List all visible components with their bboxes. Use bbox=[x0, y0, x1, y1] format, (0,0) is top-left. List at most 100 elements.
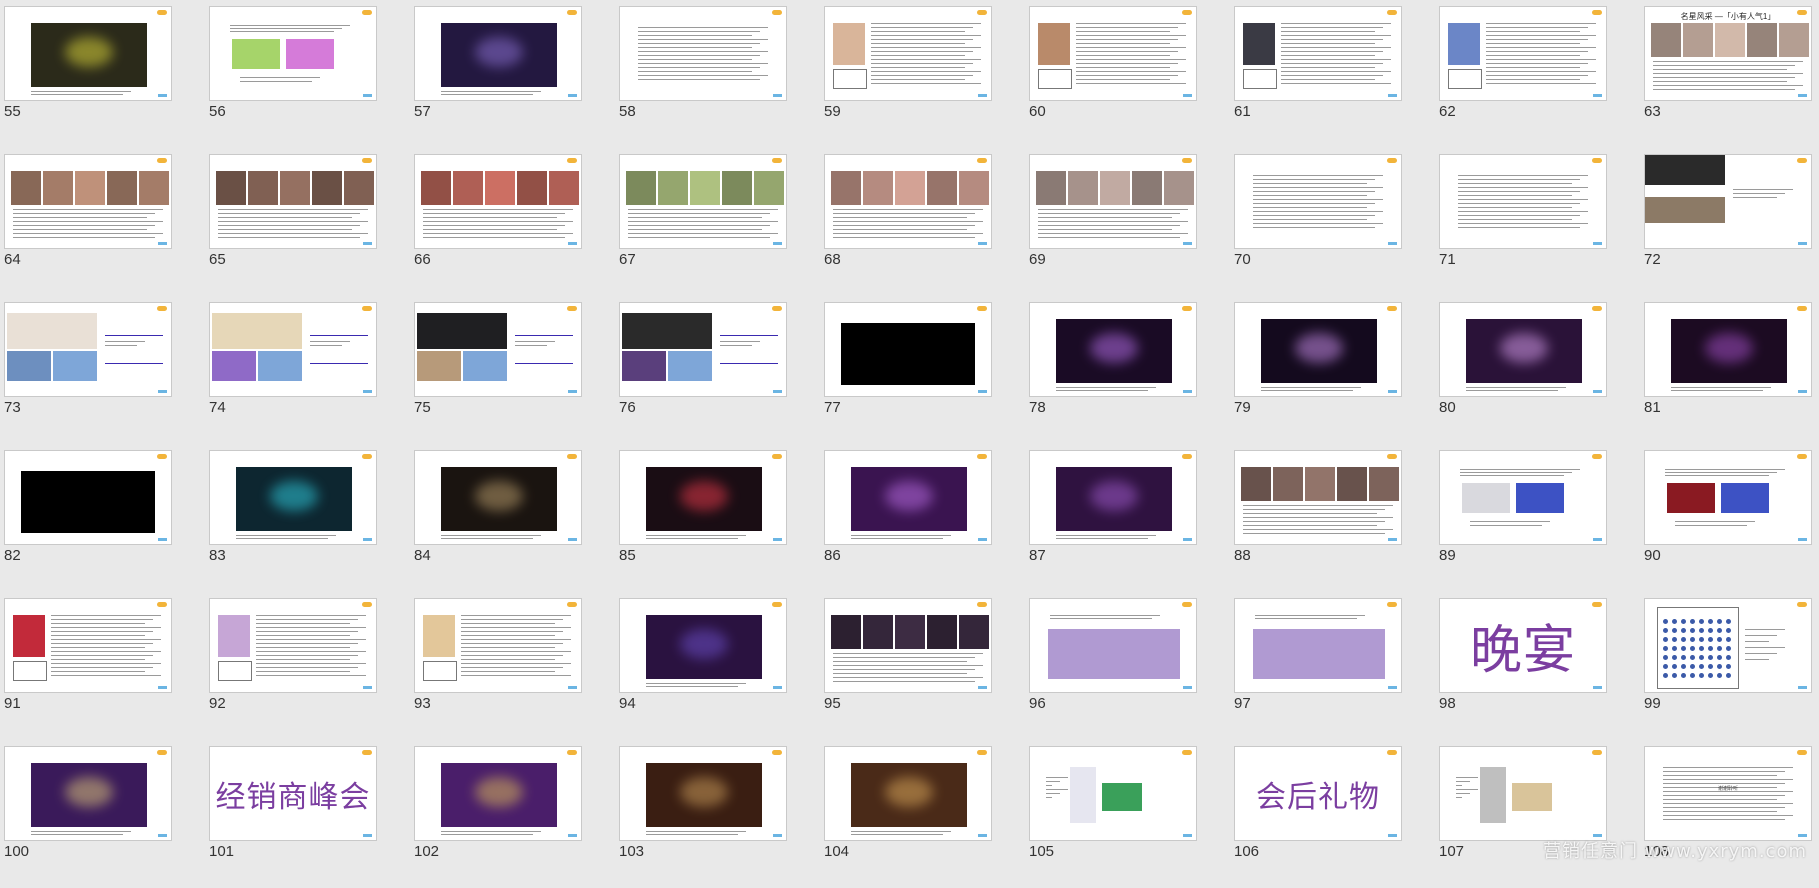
slide-item[interactable]: 55 bbox=[0, 0, 200, 148]
slide-item[interactable]: 95 bbox=[820, 592, 1020, 740]
slide-thumbnail[interactable]: 名星风采 —「小有人气1」 bbox=[1644, 6, 1812, 101]
slide-item[interactable]: 103 bbox=[615, 740, 815, 888]
slide-thumbnail[interactable]: 晚宴 bbox=[1439, 598, 1607, 693]
slide-item[interactable]: 77 bbox=[820, 296, 1020, 444]
slide-item[interactable]: 78 bbox=[1025, 296, 1225, 444]
slide-item[interactable]: 86 bbox=[820, 444, 1020, 592]
slide-item[interactable]: 85 bbox=[615, 444, 815, 592]
slide-thumbnail[interactable] bbox=[1644, 154, 1812, 249]
slide-thumbnail[interactable] bbox=[824, 450, 992, 545]
slide-item[interactable]: 69 bbox=[1025, 148, 1225, 296]
slide-thumbnail[interactable] bbox=[1234, 302, 1402, 397]
slide-thumbnail[interactable] bbox=[414, 302, 582, 397]
slide-thumbnail[interactable] bbox=[209, 302, 377, 397]
slide-thumbnail[interactable] bbox=[824, 154, 992, 249]
slide-item[interactable]: 72 bbox=[1640, 148, 1819, 296]
slide-thumbnail[interactable] bbox=[4, 302, 172, 397]
slide-thumbnail[interactable] bbox=[1029, 746, 1197, 841]
slide-item[interactable]: 96 bbox=[1025, 592, 1225, 740]
slide-thumbnail[interactable] bbox=[209, 450, 377, 545]
slide-item[interactable]: 89 bbox=[1435, 444, 1635, 592]
slide-thumbnail[interactable] bbox=[1029, 154, 1197, 249]
slide-thumbnail[interactable] bbox=[414, 6, 582, 101]
slide-item[interactable]: 60 bbox=[1025, 0, 1225, 148]
slide-thumbnail[interactable] bbox=[1439, 450, 1607, 545]
slide-thumbnail[interactable]: 会后礼物 bbox=[1234, 746, 1402, 841]
slide-thumbnail[interactable] bbox=[4, 450, 172, 545]
slide-thumbnail[interactable] bbox=[414, 154, 582, 249]
slide-item[interactable]: 100 bbox=[0, 740, 200, 888]
slide-thumbnail[interactable] bbox=[209, 154, 377, 249]
slide-thumbnail[interactable] bbox=[619, 6, 787, 101]
slide-item[interactable]: 经销商峰会 101 bbox=[205, 740, 405, 888]
slide-item[interactable]: 92 bbox=[205, 592, 405, 740]
slide-item[interactable]: 105 bbox=[1025, 740, 1225, 888]
slide-item[interactable]: 65 bbox=[205, 148, 405, 296]
slide-item[interactable]: 62 bbox=[1435, 0, 1635, 148]
slide-thumbnail[interactable] bbox=[1644, 450, 1812, 545]
slide-item[interactable]: 80 bbox=[1435, 296, 1635, 444]
slide-item[interactable]: 90 bbox=[1640, 444, 1819, 592]
slide-item[interactable]: 81 bbox=[1640, 296, 1819, 444]
slide-item[interactable]: 83 bbox=[205, 444, 405, 592]
slide-thumbnail[interactable] bbox=[619, 746, 787, 841]
slide-item[interactable]: 93 bbox=[410, 592, 610, 740]
slide-item[interactable]: 79 bbox=[1230, 296, 1430, 444]
slide-thumbnail[interactable]: 谢谢聆听 bbox=[1644, 746, 1812, 841]
slide-item[interactable]: 57 bbox=[410, 0, 610, 148]
slide-item[interactable]: 68 bbox=[820, 148, 1020, 296]
slide-thumbnail[interactable] bbox=[4, 6, 172, 101]
slide-thumbnail[interactable] bbox=[824, 6, 992, 101]
slide-thumbnail[interactable] bbox=[1029, 302, 1197, 397]
slide-thumbnail[interactable] bbox=[1439, 6, 1607, 101]
slide-thumbnail[interactable] bbox=[209, 6, 377, 101]
slide-thumbnail[interactable] bbox=[414, 598, 582, 693]
slide-thumbnail[interactable] bbox=[4, 154, 172, 249]
slide-thumbnail[interactable] bbox=[1439, 302, 1607, 397]
slide-item[interactable]: 64 bbox=[0, 148, 200, 296]
slide-item[interactable]: 97 bbox=[1230, 592, 1430, 740]
slide-thumbnail[interactable] bbox=[414, 450, 582, 545]
slide-thumbnail[interactable] bbox=[824, 746, 992, 841]
slide-thumbnail[interactable] bbox=[1029, 598, 1197, 693]
slide-item[interactable]: 晚宴 98 bbox=[1435, 592, 1635, 740]
slide-item[interactable]: 102 bbox=[410, 740, 610, 888]
slide-item[interactable]: 75 bbox=[410, 296, 610, 444]
slide-item[interactable]: 名星风采 —「小有人气1」 63 bbox=[1640, 0, 1819, 148]
slide-thumbnail[interactable]: 经销商峰会 bbox=[209, 746, 377, 841]
slide-item[interactable]: 99 bbox=[1640, 592, 1819, 740]
slide-thumbnail[interactable] bbox=[1029, 6, 1197, 101]
slide-thumbnail[interactable] bbox=[619, 154, 787, 249]
slide-item[interactable]: 谢谢聆听 108 bbox=[1640, 740, 1819, 888]
slide-thumbnail[interactable] bbox=[1234, 6, 1402, 101]
slide-item[interactable]: 88 bbox=[1230, 444, 1430, 592]
slide-thumbnail[interactable] bbox=[619, 598, 787, 693]
slide-item[interactable]: 91 bbox=[0, 592, 200, 740]
slide-item[interactable]: 58 bbox=[615, 0, 815, 148]
slide-thumbnail[interactable] bbox=[824, 598, 992, 693]
slide-item[interactable]: 73 bbox=[0, 296, 200, 444]
slide-thumbnail[interactable] bbox=[1644, 598, 1812, 693]
slide-thumbnail[interactable] bbox=[209, 598, 377, 693]
slide-thumbnail[interactable] bbox=[1644, 302, 1812, 397]
slide-item[interactable]: 74 bbox=[205, 296, 405, 444]
slide-thumbnail[interactable] bbox=[619, 302, 787, 397]
slide-thumbnail[interactable] bbox=[1029, 450, 1197, 545]
slide-thumbnail[interactable] bbox=[414, 746, 582, 841]
slide-thumbnail[interactable] bbox=[1439, 746, 1607, 841]
slide-item[interactable]: 会后礼物 106 bbox=[1230, 740, 1430, 888]
slide-item[interactable]: 67 bbox=[615, 148, 815, 296]
slide-item[interactable]: 66 bbox=[410, 148, 610, 296]
slide-thumbnail[interactable] bbox=[4, 598, 172, 693]
slide-item[interactable]: 84 bbox=[410, 444, 610, 592]
slide-item[interactable]: 70 bbox=[1230, 148, 1430, 296]
slide-item[interactable]: 107 bbox=[1435, 740, 1635, 888]
slide-thumbnail[interactable] bbox=[4, 746, 172, 841]
slide-item[interactable]: 82 bbox=[0, 444, 200, 592]
slide-item[interactable]: 87 bbox=[1025, 444, 1225, 592]
slide-thumbnail[interactable] bbox=[1234, 598, 1402, 693]
slide-thumbnail[interactable] bbox=[619, 450, 787, 545]
slide-item[interactable]: 56 bbox=[205, 0, 405, 148]
slide-item[interactable]: 94 bbox=[615, 592, 815, 740]
slide-item[interactable]: 59 bbox=[820, 0, 1020, 148]
